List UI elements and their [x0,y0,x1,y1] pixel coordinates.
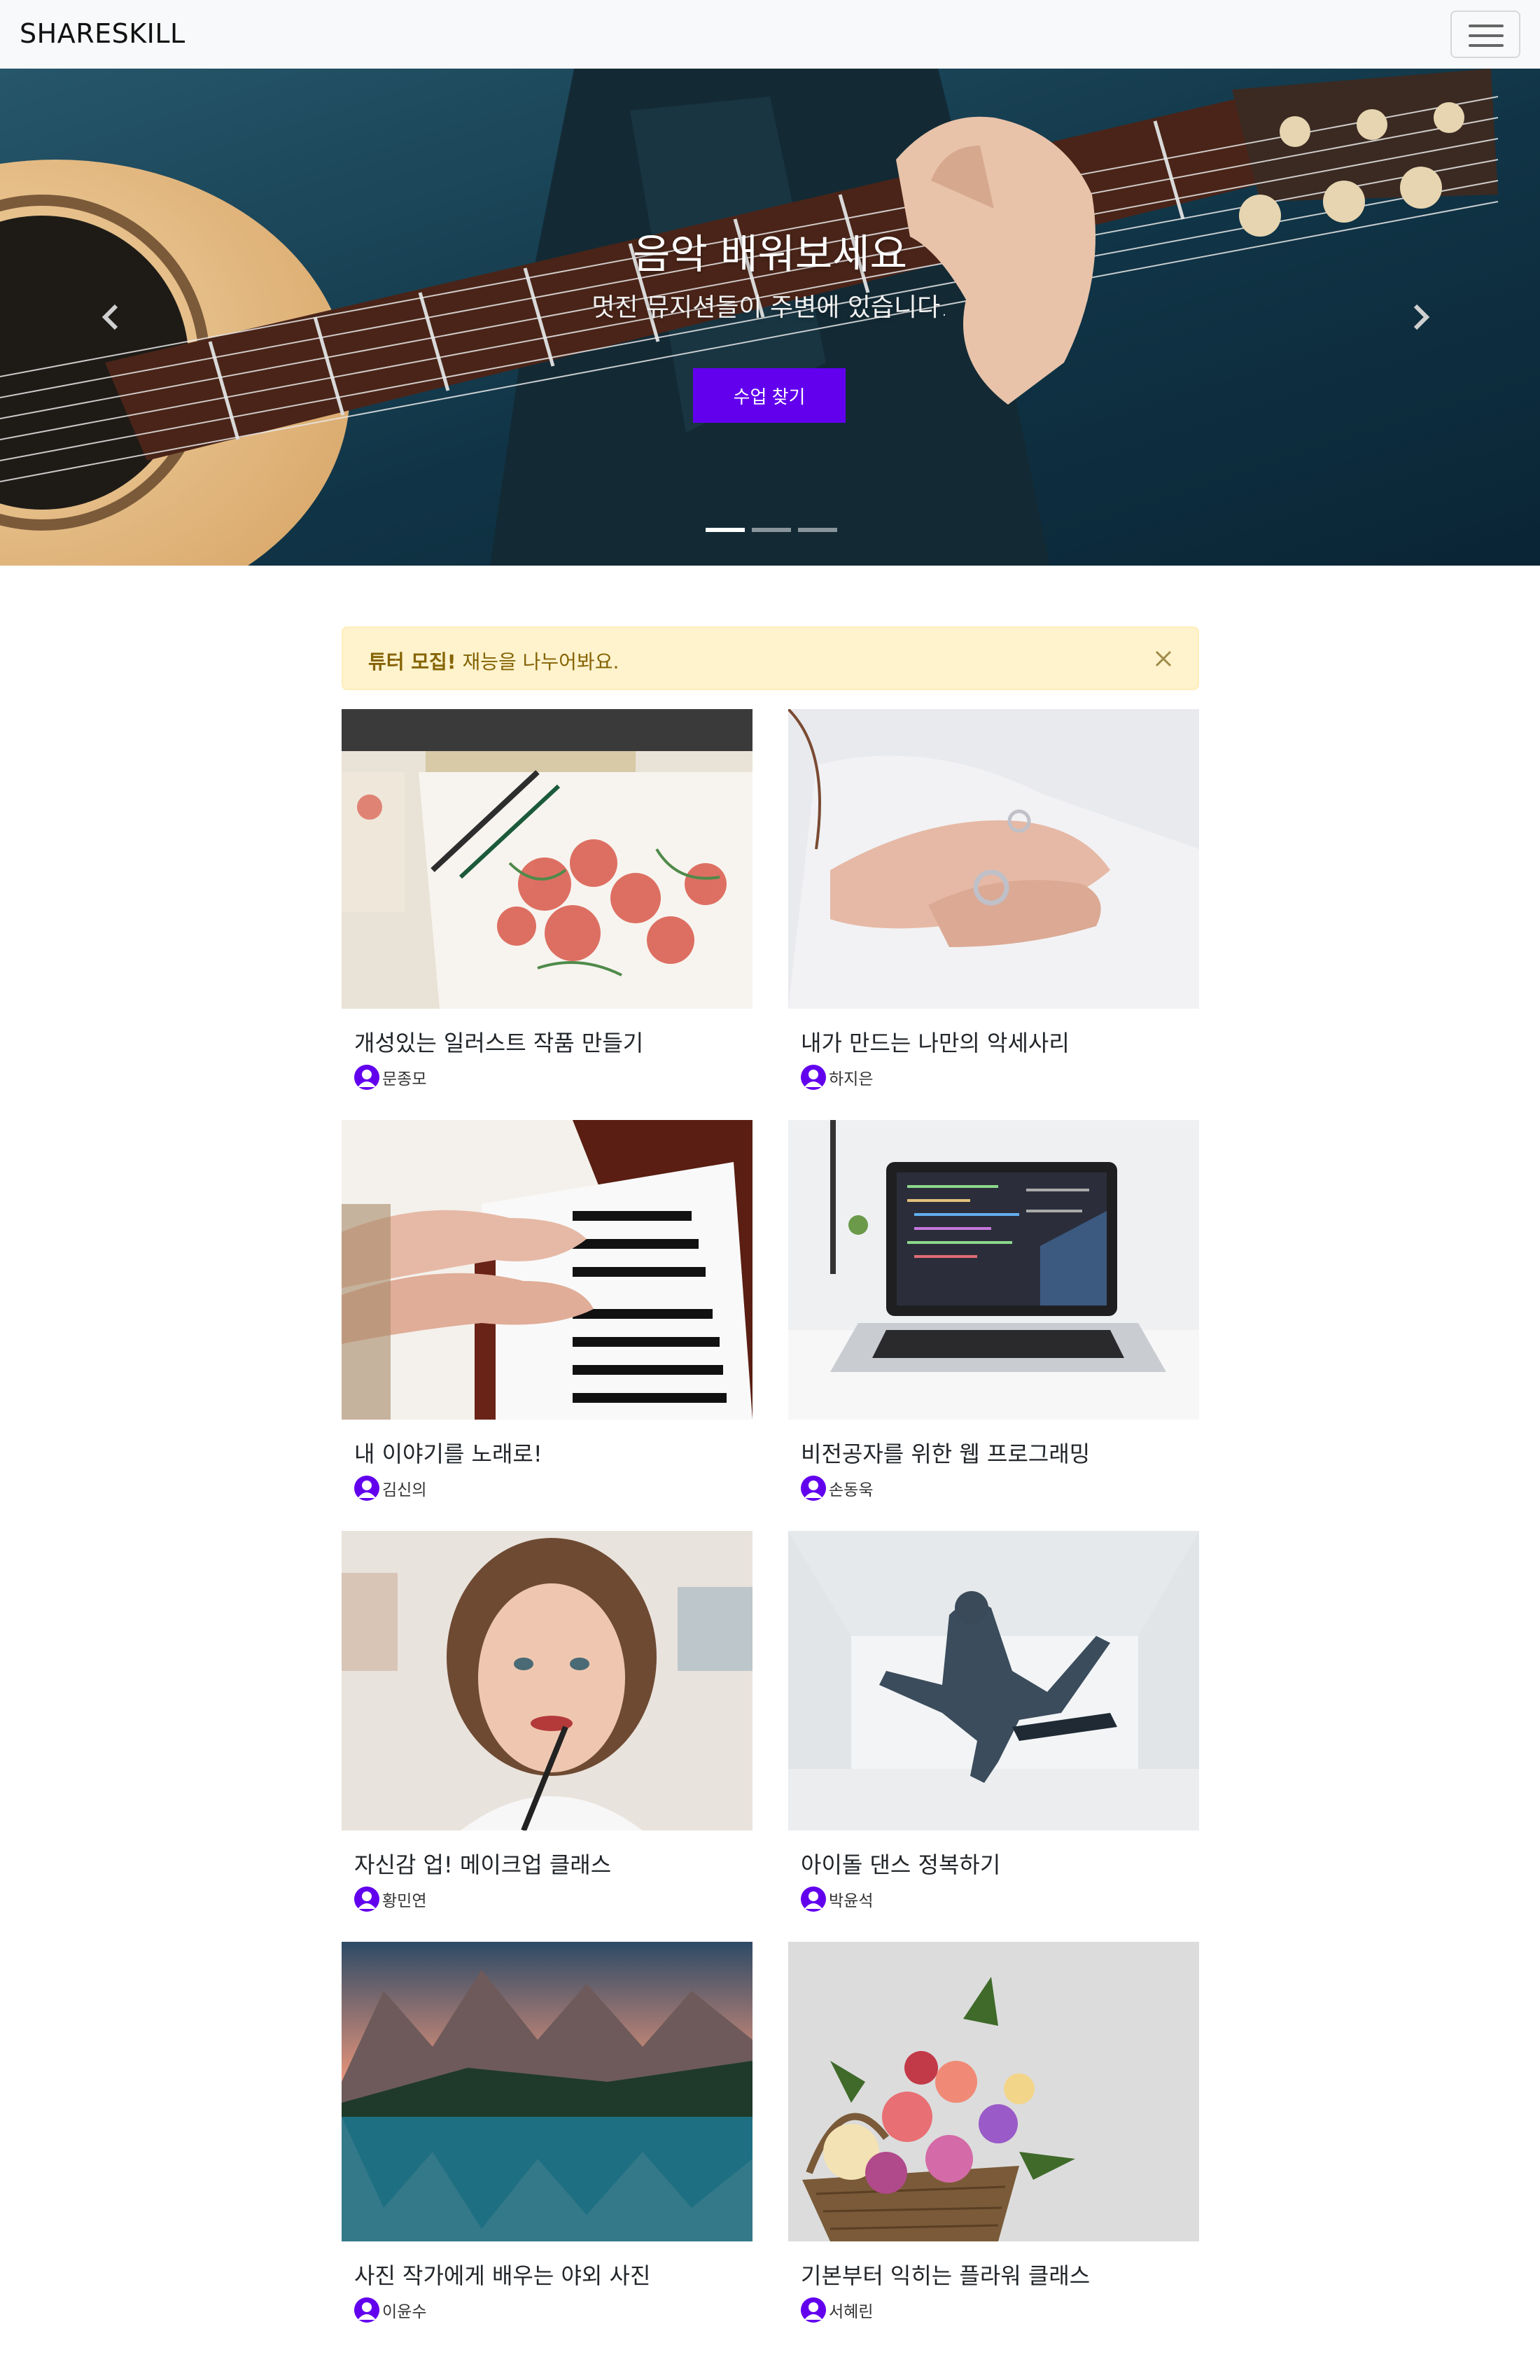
user-avatar-icon [354,1065,379,1090]
user-avatar-icon [354,2297,379,2323]
author-name: 김신의 [382,1481,427,1499]
user-avatar-icon [801,2297,826,2323]
find-class-button[interactable]: 수업 찾기 [693,368,846,423]
user-avatar-icon [801,1476,826,1501]
course-title[interactable]: 내가 만드는 나만의 악세사리 [801,1026,1070,1058]
author-name: 서혜린 [829,2303,874,2321]
tutor-recruit-alert: 튜터 모집! 재능을 나누어봐요. [342,626,1199,690]
course-title[interactable]: 내 이야기를 노래로! [354,1436,542,1469]
alert-text: 재능을 나누어봐요. [462,650,620,673]
course-author: 황민연 [354,1886,426,1912]
carousel-indicator-3[interactable] [798,528,837,532]
course-card[interactable]: 자신감 업! 메이크업 클래스 황민연 [342,1531,752,1912]
course-image-flower-basket[interactable] [788,1942,1199,2241]
author-name: 문종모 [382,1070,427,1088]
menu-toggle-button[interactable] [1450,10,1520,58]
course-card[interactable]: 아이돌 댄스 정복하기 박윤석 [788,1531,1199,1912]
author-name: 하지은 [829,1070,874,1088]
user-avatar-icon [354,1886,379,1912]
course-image-hands-rings[interactable] [788,709,1199,1009]
alert-strong: 튜터 모집! [368,650,456,673]
user-avatar-icon [801,1886,826,1912]
course-card[interactable]: 내 이야기를 노래로! 김신의 [342,1120,752,1501]
user-avatar-icon [801,1065,826,1090]
author-name: 손동욱 [829,1481,874,1499]
course-card[interactable]: 개성있는 일러스트 작품 만들기 문종모 [342,709,752,1090]
course-card[interactable]: 비전공자를 위한 웹 프로그래밍 손동욱 [788,1120,1199,1501]
author-name: 박윤석 [829,1892,874,1910]
course-card[interactable]: 내가 만드는 나만의 악세사리 하지은 [788,709,1199,1090]
course-title[interactable]: 기본부터 익히는 플라워 클래스 [801,2258,1090,2290]
course-author: 박윤석 [801,1886,873,1912]
course-image-piano-hands[interactable] [342,1120,752,1420]
user-avatar-icon [354,1476,379,1501]
course-image-mountain-lake[interactable] [342,1942,752,2241]
hero-carousel: 음악 배워보세요 멋진 뮤지션들이 주변에 있습니다. 수업 찾기 [0,69,1540,566]
course-title[interactable]: 자신감 업! 메이크업 클래스 [354,1847,611,1879]
course-author: 문종모 [354,1065,426,1090]
close-icon [1155,650,1172,667]
course-image-laptop-code[interactable] [788,1120,1199,1420]
course-author: 이윤수 [354,2297,426,2323]
carousel-indicator-1[interactable] [706,528,745,532]
brand-logo[interactable]: SHARESKILL [20,18,186,49]
course-card[interactable]: 사진 작가에게 배우는 야외 사진 이윤수 [342,1942,752,2323]
course-author: 하지은 [801,1065,873,1090]
hamburger-icon [1469,24,1504,27]
author-name: 이윤수 [382,2303,427,2321]
alert-message: 튜터 모집! 재능을 나누어봐요. [368,647,619,675]
carousel-indicators [706,528,837,532]
alert-close-button[interactable] [1148,643,1179,674]
course-author: 김신의 [354,1476,426,1501]
course-card[interactable]: 기본부터 익히는 플라워 클래스 서혜린 [788,1942,1199,2323]
course-title[interactable]: 비전공자를 위한 웹 프로그래밍 [801,1436,1090,1469]
course-image-watercolor-flowers[interactable] [342,709,752,1009]
course-image-dancer-jump[interactable] [788,1531,1199,1830]
course-title[interactable]: 아이돌 댄스 정복하기 [801,1847,1000,1879]
course-image-woman-lipstick[interactable] [342,1531,752,1830]
course-title[interactable]: 사진 작가에게 배우는 야외 사진 [354,2258,650,2290]
author-name: 황민연 [382,1892,427,1910]
course-author: 서혜린 [801,2297,873,2323]
hero-subtitle: 멋진 뮤지션들이 주변에 있습니다. [592,293,948,322]
course-title[interactable]: 개성있는 일러스트 작품 만들기 [354,1026,643,1058]
course-author: 손동욱 [801,1476,873,1501]
carousel-indicator-2[interactable] [752,528,791,532]
hero-title: 음악 배워보세요 [633,230,907,278]
navbar: SHARESKILL [0,0,1540,69]
